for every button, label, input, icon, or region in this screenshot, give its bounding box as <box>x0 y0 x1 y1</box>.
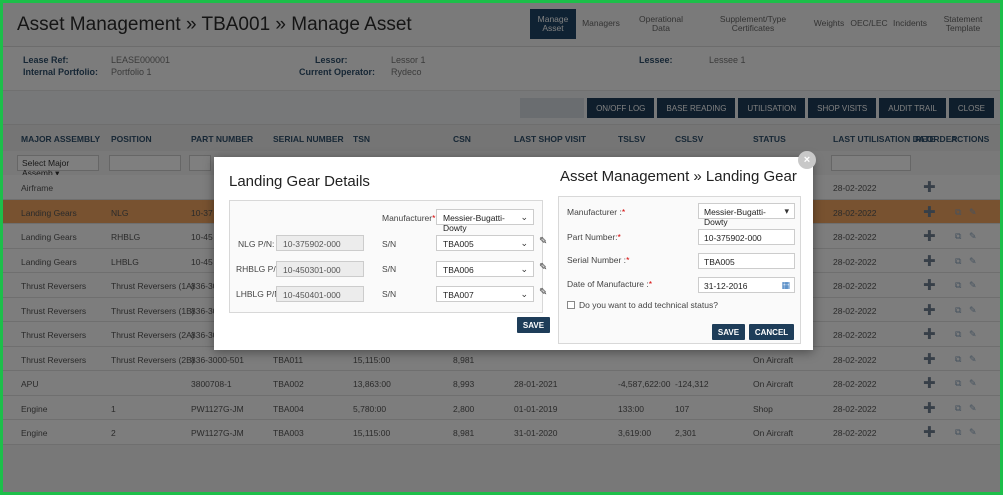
landing-gear-details-panel: Manufacturer* Messier-Bugatti-Dowty ⌄ NLG… <box>229 200 547 313</box>
landing-gear-modal: Landing Gear Details Asset Management » … <box>214 157 813 350</box>
close-icon[interactable]: × <box>798 151 816 169</box>
lhblg-pn-field[interactable]: 10-450401-000 <box>276 286 364 302</box>
edit-icon[interactable]: ✎ <box>539 287 547 298</box>
nlg-pn-label: NLG P/N: <box>238 239 275 249</box>
rhblg-sn-select[interactable]: TBA006 ⌄ <box>436 261 534 277</box>
lhblg-sn-select[interactable]: TBA007 ⌄ <box>436 286 534 302</box>
landing-gear-details-title: Landing Gear Details <box>229 173 370 190</box>
calendar-icon[interactable]: ▦ <box>781 280 790 291</box>
form-cancel-button[interactable]: CANCEL <box>749 324 794 340</box>
nlg-sn-value: TBA005 <box>443 239 474 249</box>
nlg-sn-label: S/N <box>382 239 397 249</box>
chevron-down-icon: ⌄ <box>520 238 528 248</box>
nlg-sn-select[interactable]: TBA005 ⌄ <box>436 235 534 251</box>
gear-details-save-button[interactable]: SAVE <box>517 317 550 333</box>
form-save-button[interactable]: SAVE <box>712 324 745 340</box>
form-dom-value: 31-12-2016 <box>704 281 748 291</box>
app-window: Asset Management » TBA001 » Manage Asset… <box>0 0 1003 495</box>
nlg-pn-field[interactable]: 10-375902-000 <box>276 235 364 251</box>
manufacturer-label: Manufacturer* <box>382 213 436 223</box>
form-serial-label: Serial Number :* <box>567 255 630 265</box>
lhblg-sn-value: TBA007 <box>443 290 474 300</box>
landing-gear-form: Manufacturer :* Messier-Bugatti-Dowty ▾ P… <box>558 196 801 344</box>
technical-status-label: Do you want to add technical status? <box>579 300 718 310</box>
checkbox-box[interactable] <box>567 301 575 309</box>
manufacturer-label-text: Manufacturer <box>382 213 433 223</box>
form-manufacturer-select[interactable]: Messier-Bugatti-Dowty ▾ <box>698 203 795 227</box>
chevron-down-icon: ⌄ <box>520 212 528 222</box>
chevron-down-icon: ⌄ <box>520 289 528 299</box>
rhblg-sn-value: TBA006 <box>443 265 474 275</box>
rhblg-pn-field[interactable]: 10-450301-000 <box>276 261 364 277</box>
chevron-down-icon: ⌄ <box>520 264 528 274</box>
edit-icon[interactable]: ✎ <box>539 262 547 273</box>
form-part-label-text: Part Number: <box>567 232 618 242</box>
technical-status-checkbox[interactable]: Do you want to add technical status? <box>567 300 718 310</box>
rhblg-sn-label: S/N <box>382 264 397 274</box>
asset-management-landing-gear-title: Asset Management » Landing Gear <box>560 168 797 185</box>
form-dom-field[interactable]: 31-12-2016 ▦ <box>698 277 795 293</box>
form-serial-label-text: Serial Number : <box>567 255 627 265</box>
lhblg-sn-label: S/N <box>382 289 397 299</box>
form-part-field[interactable]: 10-375902-000 <box>698 229 795 245</box>
form-manufacturer-label: Manufacturer :* <box>567 207 626 217</box>
manufacturer-select[interactable]: Messier-Bugatti-Dowty ⌄ <box>436 209 534 233</box>
manufacturer-select-value: Messier-Bugatti-Dowty <box>443 213 505 233</box>
edit-icon[interactable]: ✎ <box>539 236 547 247</box>
form-manufacturer-label-text: Manufacturer : <box>567 207 622 217</box>
form-part-label: Part Number:* <box>567 232 621 242</box>
chevron-down-icon: ▾ <box>784 206 789 216</box>
form-dom-label-text: Date of Manufacture : <box>567 279 649 289</box>
form-dom-label: Date of Manufacture :* <box>567 279 653 289</box>
form-serial-field[interactable]: TBA005 <box>698 253 795 269</box>
form-manufacturer-value: Messier-Bugatti-Dowty <box>704 207 766 227</box>
